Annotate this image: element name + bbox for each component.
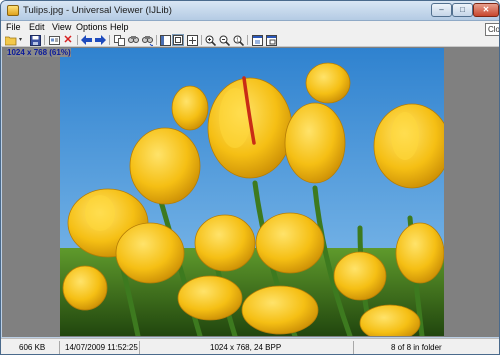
save-icon[interactable] [29,34,41,46]
copy-icon[interactable] [113,34,125,46]
app-icon[interactable] [7,5,19,16]
status-dimensions: 1024 x 768, 24 BPP [210,343,282,352]
maximize-button[interactable]: □ [452,3,473,17]
forward-arrow-icon[interactable] [94,34,106,46]
title-bar[interactable]: Tulips.jpg - Universal Viewer (IJLib) – … [1,1,499,21]
window-icon[interactable] [265,34,277,46]
menu-view[interactable]: View [52,21,71,33]
menu-options[interactable]: Options [76,21,107,33]
menu-help[interactable]: Help [110,21,129,33]
status-folder-position: 8 of 8 in folder [391,343,442,352]
find-next-icon[interactable] [141,34,153,46]
minimize-button[interactable]: – [431,3,452,17]
toolbar: ▾ ✕ 1 [1,33,499,47]
back-arrow-icon[interactable] [80,34,92,46]
menu-file[interactable]: File [6,21,21,33]
zoom-out-icon[interactable] [218,34,230,46]
status-datetime: 14/07/2009 11:52:25 [65,343,138,352]
status-file-size: 606 KB [19,343,46,352]
original-size-icon[interactable] [186,34,198,46]
close-tooltip: Close [485,23,499,36]
find-icon[interactable] [127,34,139,46]
tulips-photo-art [60,48,444,336]
properties-icon[interactable] [48,34,60,46]
zoom-in-icon[interactable] [204,34,216,46]
menu-edit[interactable]: Edit [29,21,45,33]
zoom-original-icon[interactable]: 1 [232,34,244,46]
open-dropdown-icon[interactable]: ▾ [17,34,24,46]
panel-icon[interactable] [159,34,171,46]
app-window: Tulips.jpg - Universal Viewer (IJLib) – … [0,0,500,355]
fit-window-icon[interactable] [172,34,184,46]
open-folder-icon[interactable] [5,34,17,46]
delete-icon[interactable]: ✕ [62,34,74,46]
close-button[interactable]: ✕ [473,3,499,17]
svg-text:1: 1 [236,37,239,43]
menu-bar: File Edit View Options Help [1,21,499,33]
resolution-label: 1024 x 768 (61%) [7,48,71,57]
fullscreen-icon[interactable] [251,34,263,46]
tulips-image[interactable] [60,48,444,336]
status-bar: 606 KB 14/07/2009 11:52:25 1024 x 768, 2… [1,338,499,354]
window-title: Tulips.jpg - Universal Viewer (IJLib) [23,5,172,16]
